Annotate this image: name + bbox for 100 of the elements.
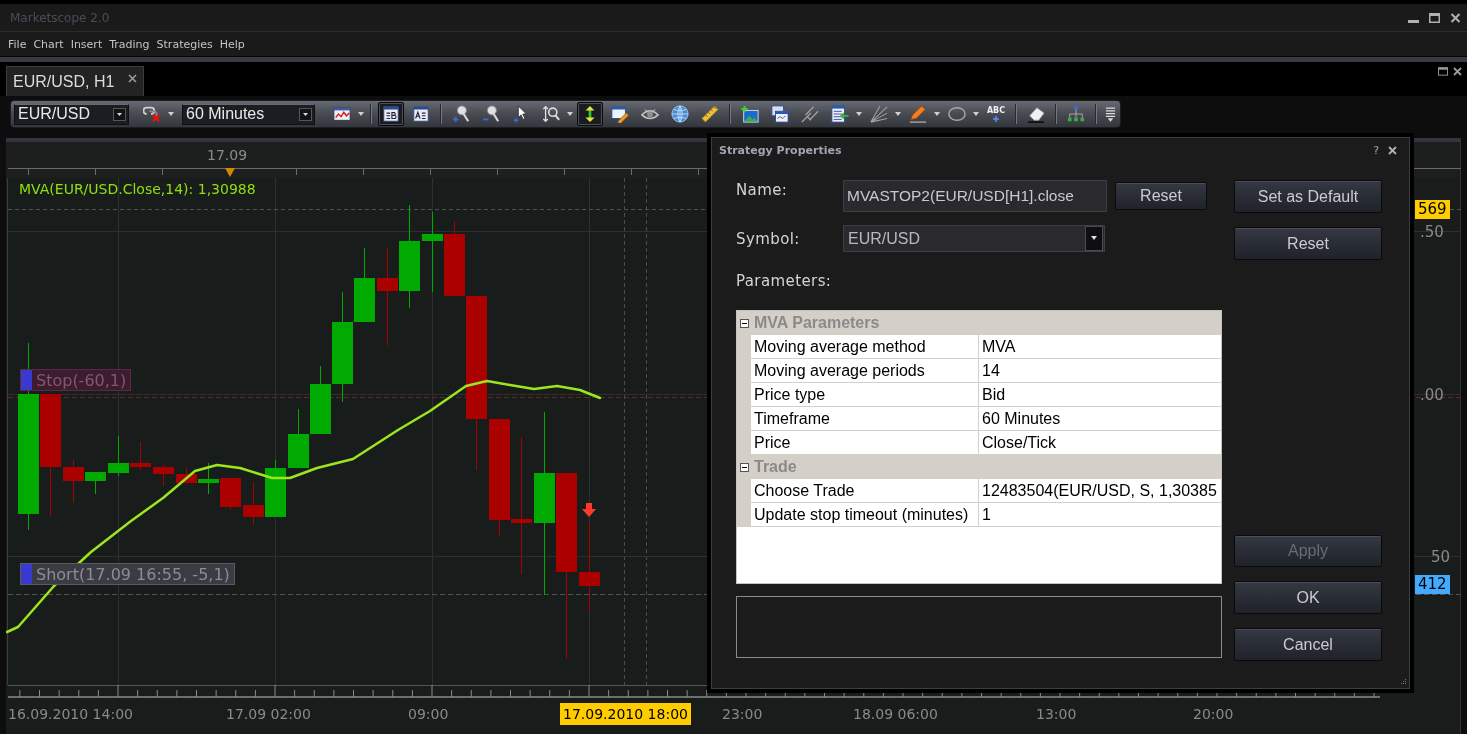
time-label: 20:00 — [1193, 705, 1234, 723]
edit-note-icon — [611, 105, 629, 123]
bullish-candle — [85, 471, 106, 495]
bullish-candle — [288, 408, 309, 469]
bullish-candle — [108, 435, 129, 477]
ellipse-icon — [948, 105, 966, 123]
menu-item[interactable]: Chart — [33, 37, 64, 51]
property-name: Update stop timeout (minutes) — [751, 503, 979, 527]
property-value[interactable]: 60 Minutes — [979, 407, 1221, 431]
vertical-zoom-icon — [542, 105, 560, 123]
caret-icon[interactable] — [567, 112, 573, 116]
property-name: Moving average periods — [751, 359, 979, 383]
overflow-icon — [1104, 105, 1116, 123]
add-image-icon — [741, 105, 759, 123]
group-title: MVA Parameters — [753, 314, 880, 332]
maximize-icon[interactable] — [1429, 12, 1440, 23]
menu-item[interactable]: Trading — [109, 37, 150, 51]
indicator-label: MVA(EUR/USD.Close,14): 1,30988 — [19, 181, 256, 197]
timeframe-dropdown[interactable]: 60 Minutes — [182, 103, 315, 125]
eraser-icon — [1027, 105, 1045, 123]
position-label: Short(17.09 16:55, -5,1) — [35, 564, 231, 584]
resize-grip-icon[interactable] — [1399, 678, 1407, 686]
caret-icon — [113, 107, 126, 121]
property-name: Moving average method — [751, 335, 979, 359]
menu-item[interactable]: Strategies — [156, 37, 213, 51]
text-tool-button[interactable]: ABC — [983, 102, 1009, 126]
collapse-icon[interactable] — [739, 318, 749, 328]
name-field[interactable]: MVASTOP2(EUR/USD[H1].close — [843, 180, 1107, 212]
cancel-button[interactable]: Cancel — [1234, 628, 1382, 661]
caret-icon[interactable] — [934, 112, 940, 116]
reset-button[interactable]: Reset — [1234, 227, 1382, 260]
property-value[interactable]: Bid — [979, 383, 1221, 407]
time-label: 23:00 — [722, 705, 763, 723]
minimize-icon[interactable] — [1408, 19, 1419, 23]
time-label: 16.09.2010 14:00 — [8, 705, 133, 723]
caret-icon[interactable] — [973, 112, 979, 116]
stop-order-label: Stop(-60,1) — [35, 370, 128, 390]
bearish-candle — [130, 441, 151, 471]
property-value[interactable]: 12483504(EUR/USD, S, 1,30385 — [979, 479, 1221, 503]
time-label: 13:00 — [1036, 705, 1077, 723]
help-button[interactable]: ? — [1373, 143, 1379, 157]
bearish-candle — [176, 467, 197, 484]
app-title: Marketscope 2.0 — [10, 10, 110, 25]
ruler-icon — [701, 105, 719, 123]
caret-icon[interactable] — [358, 112, 364, 116]
chain-cross-icon — [143, 105, 161, 123]
cursor-time-label: 17.09.2010 18:00 — [560, 703, 691, 725]
property-name: Price type — [751, 383, 979, 407]
globe-icon — [671, 105, 689, 123]
symbol-label: Symbol: — [736, 229, 801, 248]
menu-item[interactable]: Insert — [70, 37, 103, 51]
zoom-out-icon — [482, 105, 500, 123]
price-label: .50 — [1420, 223, 1444, 242]
down-arrow-icon — [582, 503, 596, 517]
bearish-candle — [220, 477, 241, 511]
bullish-candle — [198, 462, 219, 495]
set-default-button[interactable]: Set as Default — [1234, 180, 1382, 213]
menu-item[interactable]: Help — [219, 37, 245, 51]
chart-tab[interactable]: EUR/USD, H1 — [6, 66, 145, 96]
time-label: 09:00 — [408, 705, 449, 723]
symbol-dropdown[interactable]: EUR/USD — [843, 225, 1105, 252]
cursor-icon — [512, 105, 530, 123]
caret-icon — [1085, 226, 1103, 251]
menu-item[interactable]: File — [8, 37, 27, 51]
tool-button[interactable] — [577, 102, 603, 126]
collapse-icon[interactable] — [739, 462, 749, 472]
bearish-candle — [63, 459, 84, 504]
close-icon[interactable] — [1453, 67, 1462, 76]
price-label: 50 — [1431, 548, 1451, 567]
zoom-in-icon — [452, 105, 470, 123]
close-icon[interactable] — [1450, 12, 1461, 23]
symbol-dropdown[interactable]: EUR/USD — [14, 103, 129, 125]
bearish-candle — [243, 481, 264, 526]
close-icon[interactable] — [128, 74, 138, 83]
list-window-icon — [382, 105, 400, 123]
maximize-icon[interactable] — [1438, 67, 1448, 76]
marker-triangle-icon — [225, 168, 235, 177]
bearish-candle — [153, 464, 174, 487]
close-icon[interactable] — [1388, 145, 1397, 155]
ok-button[interactable]: OK — [1234, 581, 1382, 614]
caret-icon[interactable] — [168, 112, 174, 116]
price-label: .00 — [1420, 386, 1444, 405]
tool-button[interactable] — [378, 102, 404, 126]
caret-icon[interactable] — [856, 112, 862, 116]
property-value[interactable]: MVA — [979, 335, 1221, 359]
price-tag: 412 — [1415, 575, 1450, 594]
name-label: Name: — [736, 181, 789, 199]
windows-icon — [771, 105, 789, 123]
caret-icon — [299, 107, 312, 121]
pitchfork-icon — [801, 105, 819, 123]
name-reset-button[interactable]: Reset — [1115, 182, 1207, 210]
square-marker-icon — [21, 370, 32, 390]
property-value[interactable]: 14 — [979, 359, 1221, 383]
property-value[interactable]: 1 — [979, 503, 1221, 527]
date-label: 17.09 — [207, 147, 248, 163]
bullish-candle — [265, 459, 286, 518]
caret-icon[interactable] — [895, 112, 901, 116]
plus-icon — [993, 115, 999, 122]
square-marker-icon — [21, 564, 32, 584]
text-window-icon — [412, 105, 430, 123]
